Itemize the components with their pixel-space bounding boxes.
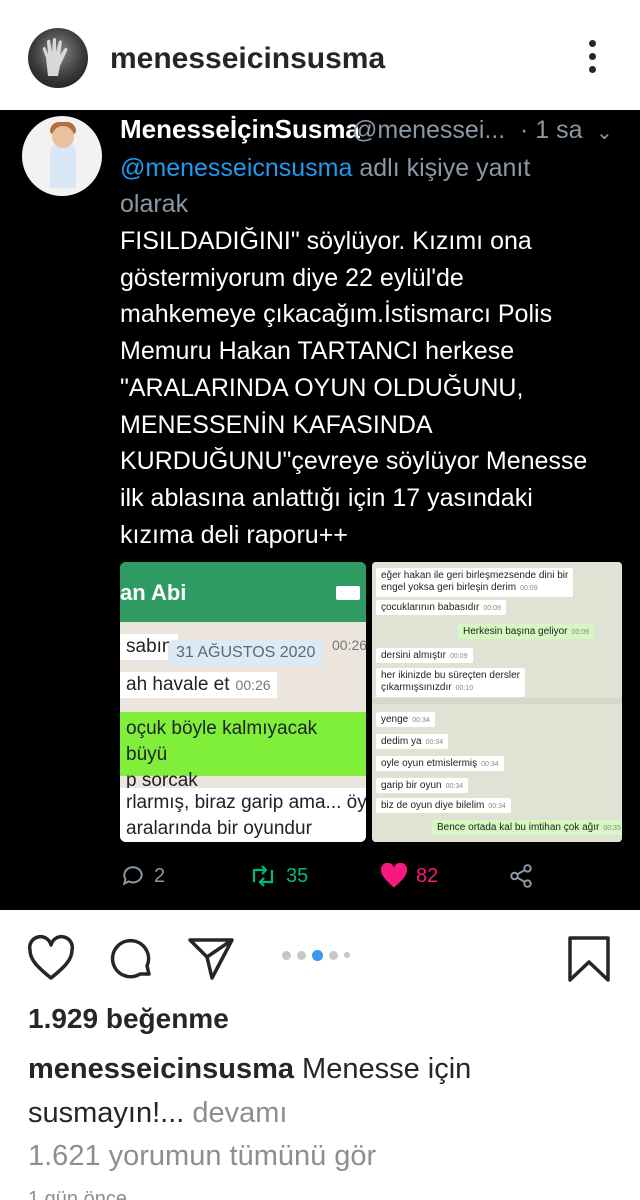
chat-bubble: dersini almıştır 00:09 [376,648,473,663]
chat-text: sabın [126,636,173,657]
chat-text: ah havale et [126,674,230,695]
caption-text: Menesse için [293,1053,472,1085]
caption-text-2: susmayın!... [28,1097,185,1129]
comment-icon[interactable] [106,934,156,984]
chat-bubble: çocuklarının babasıdır 00:09 [376,600,506,615]
chat-bubble: biz de oyun diye bilelim 00:34 [376,798,511,813]
tweet-like-button: 82 [380,858,438,894]
tweet-handle: @menessei... [352,116,506,144]
tweet-reply-button: 2 [120,858,165,894]
carousel-dot [344,952,350,958]
post-username[interactable]: menesseicinsusma [110,42,385,76]
carousel-indicator [282,949,356,961]
tweet-image: MenesseİçinSusma @menessei... · 1 sa ⌄ @… [0,110,640,910]
like-count: 82 [416,864,439,887]
profile-avatar[interactable] [28,28,88,88]
reply-icon [122,866,143,886]
tweet-line: Memuru Hakan TARTANCI herkese [120,337,515,366]
caption-username[interactable]: menesseicinsusma [28,1053,294,1085]
carousel-dot [329,950,338,960]
chat-bubble: oyle oyun etmislermiş 00:34 [376,756,504,771]
reply-count: 2 [154,864,166,887]
chat-bubble: eğer hakan ile geri birleşmezsende dini … [376,568,574,597]
chat-time: 00:26 [235,677,271,693]
hand-icon [42,38,68,76]
tweet-retweet-button: 35 [248,858,308,894]
tweet-text: FISILDADIĞINI" söylüyor. Kızımı ona göst… [120,223,620,553]
tweet-line: mahkemeye çıkacağım.İstismarcı Polis [120,300,553,329]
chat-bubble: garip bir oyun 00:34 [376,778,469,793]
post-time: 1 gün önce [28,1188,127,1200]
reply-suffix: adlı kişiye yanıt [352,154,531,182]
retweet-icon [252,865,274,887]
tweet-share-button [508,858,534,894]
chat-bubble: her ikinizde bu süreçten dersler çıkarmı… [376,668,525,697]
tweet-line: kızıma deli raporu++ [120,520,348,549]
share-send-icon[interactable] [186,934,236,984]
chat-block: eğer hakan ile geri birleşmezsende dini … [372,562,622,698]
tweet-reply-context: @menesseicnsusma adlı kişiye yanıt olara… [120,150,600,222]
video-call-icon [336,586,360,600]
view-comments-link[interactable]: 1.621 yorumun tümünü gör [28,1140,376,1173]
chat-text: aralarında bir oyundur [126,818,312,839]
chat-bubble-outgoing: oçuk böyle kalmıyacak büyü p sorcak [120,712,366,791]
chat-bubble-outgoing: Bence ortada kal bu imtihan çok ağır 00:3… [432,820,622,835]
tweet-line: FISILDADIĞINI" söylüyor. Kızımı ona [120,227,532,255]
tweet-display-name: MenesseİçinSusma [120,114,360,144]
tweet-actions: 2 35 82 [120,858,620,894]
more-options-icon[interactable] [580,40,604,80]
chat-bubble-outgoing: Herkesin başına geliyor 00:09 [458,624,595,639]
retweet-count: 35 [286,864,309,887]
tweet-time: · 1 sa [520,116,583,144]
chat-topbar: an Abi [120,562,366,622]
tweet-line: KURDUĞUNU"çevreye söylüyor Menesse [120,447,588,476]
caption-more-link[interactable]: devamı [184,1097,287,1129]
reply-suffix-2: olarak [120,190,189,218]
heart-icon[interactable] [26,934,76,984]
post-caption: menesseicinsusma Menesse için susmayın!.… [28,1047,618,1135]
chat-bubble: yenge 00:34 [376,712,435,727]
bookmark-icon[interactable] [564,934,614,984]
chat-bubble: ah havale et 00:26 [120,672,277,698]
carousel-dot [282,950,291,960]
chat-screenshot-right: eğer hakan ile geri birleşmezsende dini … [372,562,622,842]
post-header: menesseicinsusma [0,0,640,110]
chat-time: 00:26 [332,637,366,653]
chat-text: rlarmış, biraz garip ama... öyl [126,792,366,813]
chevron-down-icon: ⌄ [596,122,613,144]
chat-screenshot-left: an Abi sabın 00:26 31 AĞUSTOS 2020 ah ha… [120,562,366,842]
tweet-line: göstermiyorum diye 22 eylül'de [120,263,464,292]
tweet-avatar [22,116,102,196]
carousel-dot-active [312,949,323,961]
chat-contact-name: an Abi [120,580,187,605]
share-icon [510,864,532,888]
chat-bubble: dedim ya 00:34 [376,734,449,749]
likes-count[interactable]: 1.929 beğenme [28,1003,229,1035]
heart-icon [381,863,407,888]
reply-mention: @menesseicnsusma [120,154,353,182]
chat-bubble: rlarmış, biraz garip ama... öyl araların… [120,788,366,842]
carousel-dot [297,950,306,960]
chat-text: oçuk böyle kalmıyacak büyü [126,718,318,765]
tweet-line: ilk ablasına anlattığı için 17 yasındaki [120,483,533,512]
tweet-line: MENESSENİN KAFASINDA [120,410,433,439]
date-chip: 31 AĞUSTOS 2020 [168,640,324,666]
chat-block: yenge 00:34 dedim ya 00:34 oyle oyun etmis… [372,704,622,842]
tweet-line: "ARALARINDA OYUN OLDUĞUNU, [120,373,524,402]
